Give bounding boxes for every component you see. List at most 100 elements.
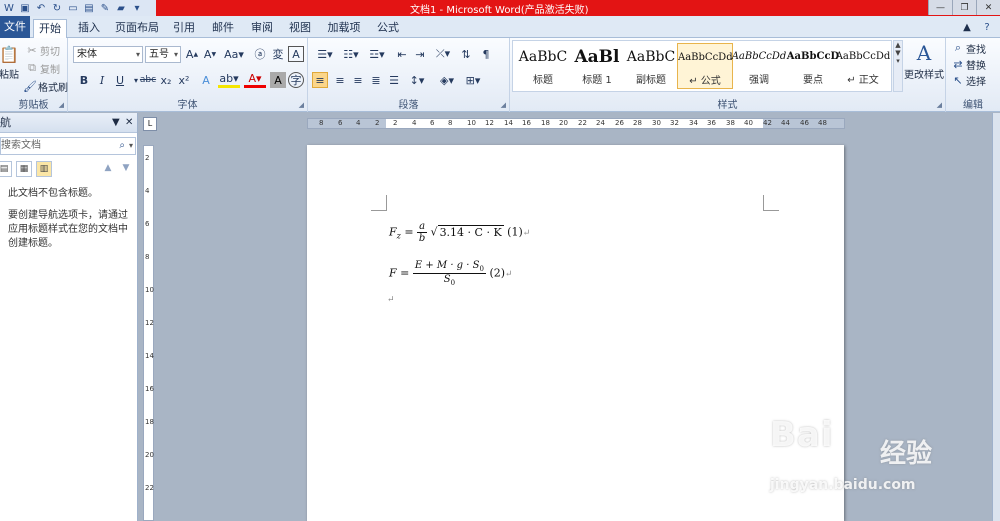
close-icon[interactable]: ✕: [976, 0, 1000, 15]
nav-options-icon[interactable]: ▼: [112, 113, 120, 133]
format-painter-button[interactable]: 🖌 格式刷: [22, 78, 68, 94]
chevron-down-icon[interactable]: ▾: [129, 138, 133, 154]
ruler-tick-label: 22: [578, 119, 587, 127]
edit-icon[interactable]: ✎: [98, 2, 112, 14]
style-normal[interactable]: AaBbCcDd ↵ 正文: [835, 43, 891, 89]
tab-equation[interactable]: 公式: [372, 19, 404, 38]
paragraph-launcher-icon[interactable]: ◢: [501, 101, 506, 109]
tab-references[interactable]: 引用: [168, 19, 200, 38]
copy-button[interactable]: ⧉ 复制: [24, 60, 60, 76]
enclose-characters-icon[interactable]: 字: [288, 72, 304, 88]
ruler-tick-label: 26: [615, 119, 624, 127]
line-spacing-icon[interactable]: ↕▾: [406, 72, 428, 88]
help-icon[interactable]: ?: [978, 19, 996, 38]
grow-font-icon[interactable]: A ▲: [184, 46, 200, 62]
nav-search-box[interactable]: 搜索文档 ⌕ ▾: [0, 137, 136, 155]
replace-button[interactable]: ⇄ 替换: [950, 56, 986, 72]
tab-mailings[interactable]: 邮件: [207, 19, 239, 38]
text-effects-icon[interactable]: A: [198, 72, 214, 88]
align-center-icon[interactable]: ≡: [332, 72, 348, 88]
shrink-font-icon[interactable]: A ▼: [202, 46, 218, 62]
nav-close-icon[interactable]: ✕: [125, 113, 133, 133]
borders-icon[interactable]: ⊞▾: [462, 72, 484, 88]
change-case-icon[interactable]: Aa▾: [224, 46, 244, 62]
folder-icon[interactable]: ▰: [114, 2, 128, 14]
cut-button[interactable]: ✂ 剪切: [24, 42, 60, 58]
customize-qat-icon[interactable]: ▾: [130, 2, 144, 14]
equation-1[interactable]: Fz = ab √ 3.14 · C · K (1)↵: [389, 221, 530, 244]
distributed-icon[interactable]: ☰: [386, 72, 402, 88]
undo-icon[interactable]: ↶: [34, 2, 48, 14]
ruler-toggle[interactable]: L: [143, 117, 157, 131]
numbering-icon[interactable]: ☷▾: [340, 46, 362, 62]
character-shading-icon[interactable]: A: [270, 72, 286, 88]
nav-pages-view-icon[interactable]: ▦: [16, 161, 32, 177]
subscript-icon[interactable]: x₂: [158, 72, 174, 88]
style-heading-1[interactable]: AaBl 标题 1: [569, 43, 625, 89]
style-emphasis[interactable]: AaBbCcDd 强调: [731, 43, 787, 89]
search-icon[interactable]: ⌕: [119, 138, 125, 154]
highlight-icon[interactable]: ab▾: [218, 72, 240, 88]
nav-results-view-icon[interactable]: ▥: [36, 161, 52, 177]
character-border-icon[interactable]: A: [288, 46, 304, 62]
sort-icon[interactable]: ⇅: [458, 46, 474, 62]
nav-next-icon[interactable]: ▼: [118, 161, 134, 177]
redo-icon[interactable]: ↻: [50, 2, 64, 14]
ruler-tick-label: 14: [504, 119, 513, 127]
select-button[interactable]: ↖ 选择: [950, 72, 986, 88]
document-page[interactable]: Fz = ab √ 3.14 · C · K (1)↵ F = E + M · g…: [307, 145, 844, 521]
font-color-icon[interactable]: A▾: [244, 72, 266, 88]
clipboard-launcher-icon[interactable]: ◢: [59, 101, 64, 109]
open-icon[interactable]: ▤: [82, 2, 96, 14]
style-title[interactable]: AaBbC 标题: [515, 43, 571, 89]
tab-home[interactable]: 开始: [33, 19, 67, 38]
bold-icon[interactable]: B: [76, 72, 92, 88]
tab-addins[interactable]: 加载项: [322, 19, 366, 38]
styles-scroll[interactable]: ▲ ▼ ▾: [893, 40, 903, 92]
font-name-combo[interactable]: 宋体 ▾: [73, 46, 143, 63]
justify-icon[interactable]: ≣: [368, 72, 384, 88]
tab-insert[interactable]: 插入: [73, 19, 105, 38]
find-button[interactable]: ⌕ 查找: [950, 40, 986, 56]
bullets-icon[interactable]: ☰▾: [314, 46, 336, 62]
new-document-icon[interactable]: ▭: [66, 2, 80, 14]
minimize-icon[interactable]: —: [928, 0, 952, 15]
tab-file[interactable]: 文件: [0, 16, 30, 38]
styles-launcher-icon[interactable]: ◢: [937, 101, 942, 109]
tab-view[interactable]: 视图: [284, 19, 316, 38]
chinese-layout-icon[interactable]: ⤫▾: [432, 46, 454, 62]
decrease-indent-icon[interactable]: ⇤: [394, 46, 410, 62]
nav-headings-view-icon[interactable]: ▤: [0, 161, 12, 177]
equation-2[interactable]: F = E + M · g · S0 S0 (2)↵: [389, 260, 513, 287]
phonetic-guide-icon[interactable]: 変: [270, 46, 286, 62]
tab-page-layout[interactable]: 页面布局: [112, 19, 162, 38]
change-styles-button[interactable]: A 更改样式: [904, 40, 944, 81]
clipboard-group-label: 剪贴板: [18, 100, 49, 111]
align-right-icon[interactable]: ≡: [350, 72, 366, 88]
clear-formatting-icon[interactable]: ⓐ: [252, 46, 268, 62]
paste-button[interactable]: 📋 粘贴: [0, 42, 19, 82]
strikethrough-icon[interactable]: abc: [138, 72, 158, 88]
vertical-scrollbar[interactable]: [992, 113, 1000, 521]
shading-icon[interactable]: ◈▾: [436, 72, 458, 88]
style-subtitle[interactable]: AaBbC 副标题: [623, 43, 679, 89]
show-marks-icon[interactable]: ¶: [478, 46, 494, 62]
font-size-value: 五号: [149, 49, 169, 60]
align-left-icon[interactable]: ≡: [312, 72, 328, 88]
style-strong[interactable]: AaBbCcD 要点: [785, 43, 841, 89]
underline-icon[interactable]: U: [112, 72, 128, 88]
tab-review[interactable]: 审阅: [246, 19, 278, 38]
nav-prev-icon[interactable]: ▲: [100, 161, 116, 177]
multilevel-list-icon[interactable]: ☲▾: [366, 46, 388, 62]
increase-indent-icon[interactable]: ⇥: [412, 46, 428, 62]
style-equation[interactable]: AaBbCcDd ↵ 公式: [677, 43, 733, 89]
save-icon[interactable]: ▣: [18, 2, 32, 14]
font-launcher-icon[interactable]: ◢: [299, 101, 304, 109]
font-size-combo[interactable]: 五号 ▾: [145, 46, 181, 63]
minimize-ribbon-icon[interactable]: ▲: [958, 19, 976, 38]
superscript-icon[interactable]: x²: [176, 72, 192, 88]
eq2-numerator: E + M · g · S: [414, 260, 480, 271]
italic-icon[interactable]: I: [94, 72, 110, 88]
word-icon[interactable]: W: [2, 2, 16, 14]
restore-icon[interactable]: ❐: [952, 0, 976, 15]
